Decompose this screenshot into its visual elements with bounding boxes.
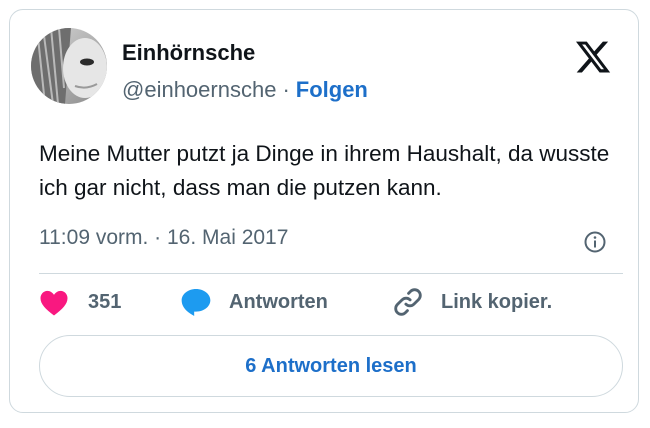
divider <box>39 273 623 274</box>
tweet-card: Einhörnsche @einhoernsche · Folgen Meine M… <box>9 9 639 413</box>
follow-button[interactable]: Folgen <box>296 77 368 102</box>
like-count: 351 <box>88 290 122 313</box>
link-icon <box>394 288 422 316</box>
copy-link-label: Link kopier. <box>441 290 553 313</box>
separator-dot: · <box>282 77 290 102</box>
display-name[interactable]: Einhörnsche <box>122 40 255 66</box>
x-logo-icon[interactable] <box>574 38 612 76</box>
handle[interactable]: @einhoernsche <box>122 77 276 102</box>
reply-label: Antworten <box>229 290 328 313</box>
reply-button[interactable]: Antworten <box>180 287 328 317</box>
avatar[interactable] <box>31 28 107 104</box>
copy-link-button[interactable]: Link kopier. <box>391 287 552 317</box>
avatar-image <box>31 28 107 104</box>
timestamp[interactable]: 11:09 vorm. · 16. Mai 2017 <box>39 226 288 250</box>
tweet-text: Meine Mutter putzt ja Dinge in ihrem Hau… <box>39 141 610 200</box>
handle-row: @einhoernsche · Folgen <box>122 77 368 103</box>
read-replies-button[interactable]: 6 Antworten lesen <box>39 335 623 397</box>
heart-icon <box>40 290 68 316</box>
like-button[interactable]: 351 <box>39 287 121 317</box>
info-icon[interactable] <box>584 231 606 253</box>
speech-bubble-icon <box>181 288 211 316</box>
